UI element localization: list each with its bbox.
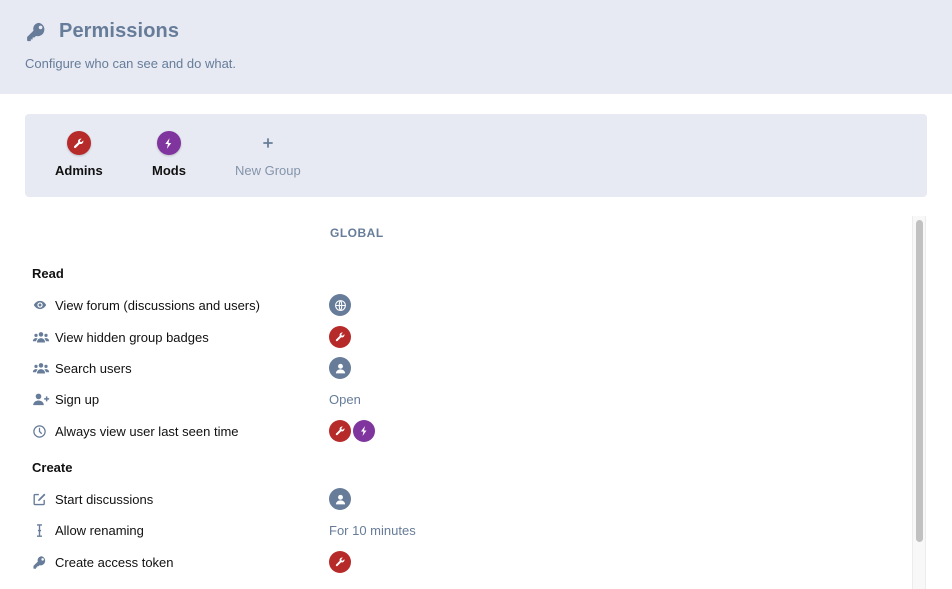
page-title-wrap: Permissions — [25, 20, 179, 43]
bolt-icon[interactable] — [353, 420, 375, 442]
permission-label: Sign up — [55, 391, 100, 407]
new-group-button[interactable]: New Group — [235, 131, 301, 178]
permission-value[interactable] — [329, 420, 377, 442]
permission-value[interactable]: For 10 minutes — [329, 523, 416, 538]
permission-label: Search users — [55, 360, 132, 376]
group-bar: Admins Mods New Group — [25, 114, 927, 197]
permission-row: Search users — [32, 356, 892, 380]
wrench-icon[interactable] — [329, 420, 351, 442]
user-icon[interactable] — [329, 357, 351, 379]
permission-value[interactable] — [329, 488, 353, 510]
permission-label: View forum (discussions and users) — [55, 297, 260, 313]
permission-row: Create access token — [32, 550, 892, 574]
page-subtitle: Configure who can see and do what. — [25, 56, 237, 71]
section-title-read: Read — [32, 266, 64, 281]
group-label: Mods — [152, 163, 186, 178]
permission-value[interactable]: Open — [329, 392, 361, 407]
permission-value[interactable] — [329, 357, 353, 379]
page-header: Permissions Configure who can see and do… — [0, 0, 952, 94]
permission-row: Always view user last seen time — [32, 419, 892, 443]
permission-value[interactable] — [329, 294, 353, 316]
bolt-icon — [156, 131, 181, 155]
wrench-icon — [66, 131, 91, 155]
permission-value-text[interactable]: For 10 minutes — [329, 523, 416, 538]
page-title: Permissions — [59, 20, 180, 42]
wrench-icon[interactable] — [329, 326, 351, 348]
key-icon — [25, 21, 47, 43]
key-icon — [32, 554, 50, 570]
group-admins[interactable]: Admins — [55, 131, 103, 178]
section-title-create: Create — [32, 460, 73, 475]
permission-label: Create access token — [55, 554, 174, 570]
permission-value[interactable] — [329, 326, 353, 348]
permission-label: Start discussions — [55, 491, 154, 507]
group-label: Admins — [55, 163, 103, 178]
scrollbar[interactable] — [912, 216, 926, 589]
column-header-global: GLOBAL — [330, 226, 384, 240]
permission-label: Allow renaming — [55, 522, 144, 538]
permission-row: Start discussions — [32, 487, 892, 511]
globe-icon[interactable] — [329, 294, 351, 316]
group-mods[interactable]: Mods — [152, 131, 186, 178]
i-cursor-icon — [32, 522, 50, 538]
permission-row: View hidden group badges — [32, 325, 892, 349]
edit-icon — [32, 491, 50, 507]
permission-grid: GLOBAL Read View forum (discussions and … — [25, 216, 927, 589]
users-icon — [32, 360, 50, 376]
permission-label: View hidden group badges — [55, 329, 209, 345]
eye-icon — [32, 297, 50, 313]
permission-row: View forum (discussions and users) — [32, 293, 892, 317]
permission-row: Sign up Open — [32, 387, 892, 411]
permission-value[interactable] — [329, 551, 353, 573]
plus-icon — [256, 131, 280, 155]
users-icon — [32, 329, 50, 345]
permission-label: Always view user last seen time — [55, 423, 239, 439]
permission-row: Allow renaming For 10 minutes — [32, 518, 892, 542]
user-icon[interactable] — [329, 488, 351, 510]
scrollbar-thumb[interactable] — [916, 220, 923, 542]
user-plus-icon — [32, 391, 50, 407]
permission-value-text[interactable]: Open — [329, 392, 361, 407]
clock-icon — [32, 423, 50, 439]
new-group-label: New Group — [235, 163, 301, 178]
wrench-icon[interactable] — [329, 551, 351, 573]
